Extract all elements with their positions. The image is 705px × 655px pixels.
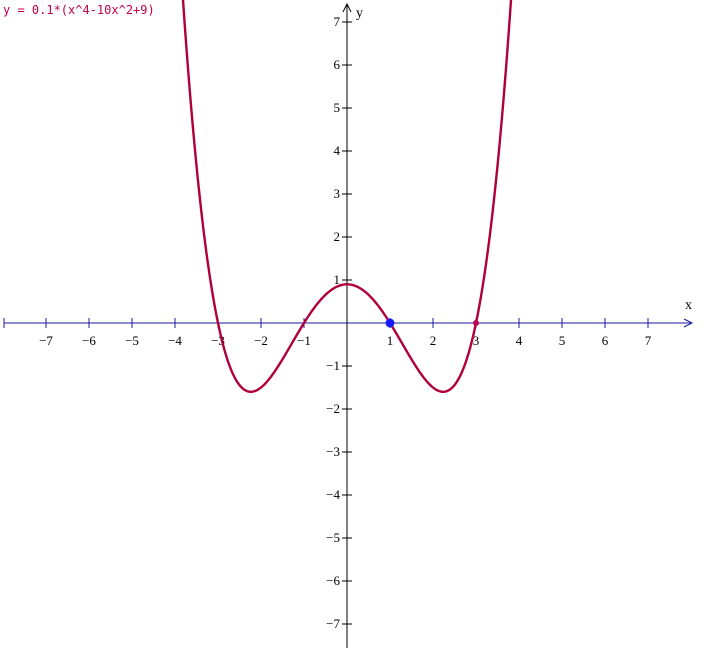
x-tick-label: 4 [516,333,523,348]
x-tick-label: −6 [82,333,96,348]
x-tick-label: −1 [297,333,311,348]
highlight-point [473,320,479,326]
y-tick-label: 2 [334,229,341,244]
y-tick-label: 4 [334,143,341,158]
x-tick-label: −2 [254,333,268,348]
y-tick-label: −2 [326,401,340,416]
x-tick-label: 1 [387,333,394,348]
x-tick-label: 7 [645,333,652,348]
function-plot: xy −7 −6 −5 −4 −3 −2 −1 1 2 3 4 5 6 7−7−6−5−4−3−2−112… [3,0,694,648]
y-tick-label: −6 [326,573,340,588]
axes: xy [3,2,694,648]
y-axis-label: y [356,6,363,21]
y-tick-label: 6 [334,57,341,72]
y-tick-label: −7 [326,616,340,631]
x-axis-label: x [685,298,692,313]
highlight-point [385,318,395,328]
x-tick-label: −7 [39,333,53,348]
y-tick-label: 5 [334,100,341,115]
y-tick-label: 7 [334,14,341,29]
y-tick-label: −3 [326,444,340,459]
x-tick-label: −5 [125,333,139,348]
y-tick-label: −5 [326,530,340,545]
x-tick-label: 5 [559,333,566,348]
y-tick-label: 3 [334,186,341,201]
x-tick-label: 6 [602,333,609,348]
y-tick-label: −4 [326,487,340,502]
x-tick-label: −4 [168,333,182,348]
y-tick-label: −1 [326,358,340,373]
x-tick-label: 2 [430,333,437,348]
